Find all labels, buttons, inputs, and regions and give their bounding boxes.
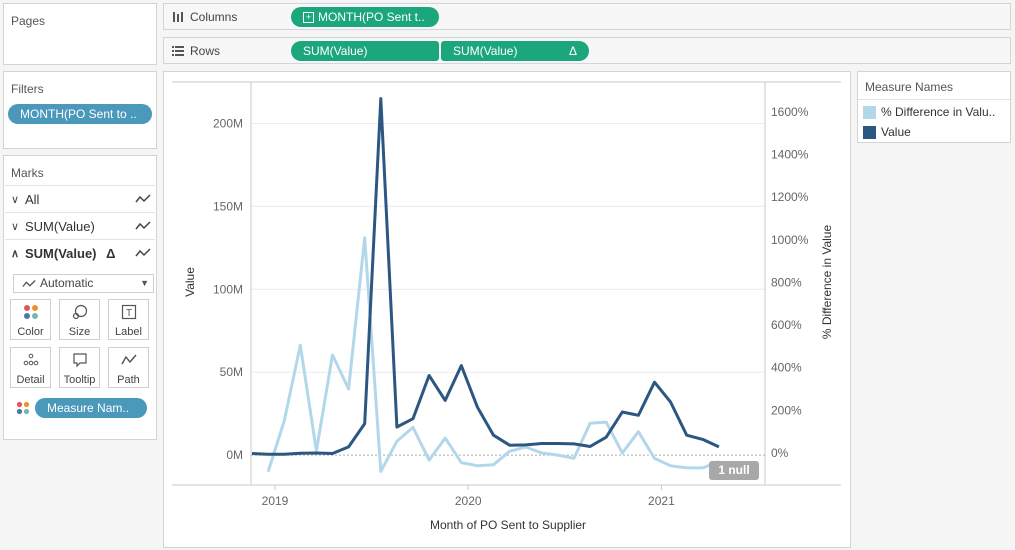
chart-panel: 0M 50M 100M 150M 200M 0% 200% 400% 600% 800% 1000%…: [163, 71, 851, 548]
size-button[interactable]: Size: [59, 299, 100, 340]
legend-item-value[interactable]: Value: [863, 125, 911, 139]
columns-shelf[interactable]: Columns + MONTH(PO Sent t..: [163, 3, 1011, 30]
columns-shelf-label: Columns: [172, 10, 237, 24]
plus-box-icon: +: [303, 12, 314, 24]
color-button-label: Color: [17, 326, 44, 338]
marks-card-sum-value-delta[interactable]: ∧ SUM(Value) Δ: [5, 239, 155, 266]
line-mark-icon: [131, 246, 155, 261]
columns-label-text: Columns: [190, 10, 238, 24]
y-left-axis-title: Value: [183, 267, 197, 297]
rows-shelf-label: Rows: [172, 44, 220, 58]
y-right-tick-label: 1400%: [771, 147, 809, 161]
legend-swatch: [863, 125, 876, 139]
line-mark-icon: [131, 219, 155, 234]
y-right-tick-label: 200%: [771, 403, 802, 417]
y-left-tick-label: 50M: [220, 365, 243, 379]
marks-card-all-label: All: [25, 191, 40, 207]
x-tick-label: 2020: [455, 494, 482, 508]
y-right-tick-label: 1600%: [771, 105, 809, 119]
label-button-label: Label: [115, 326, 142, 338]
rows-shelf[interactable]: Rows SUM(Value) SUM(Value) Δ: [163, 37, 1011, 64]
chevron-down-icon: ∨: [10, 220, 20, 233]
path-button[interactable]: Path: [108, 347, 149, 388]
series-value-line: [251, 97, 720, 456]
size-button-label: Size: [68, 326, 91, 338]
filters-panel[interactable]: Filters MONTH(PO Sent to ..: [3, 71, 157, 149]
null-indicator[interactable]: 1 null: [709, 461, 759, 480]
marks-card-sum-value-label: SUM(Value): [25, 218, 95, 234]
size-icon: [60, 304, 99, 326]
line-mark-icon: [22, 279, 36, 287]
line-mark-icon: [131, 192, 155, 207]
marks-card-sum-value-delta-label: SUM(Value): [25, 245, 97, 261]
y-right-axis-title: % Difference in Value: [820, 225, 834, 340]
rows-label-text: Rows: [190, 44, 221, 58]
x-tick-label: 2019: [262, 494, 289, 508]
svg-text:T: T: [125, 308, 131, 319]
measure-names-pill-label: Measure Nam..: [47, 401, 130, 415]
marks-card-sum-value[interactable]: ∨ SUM(Value): [5, 212, 155, 239]
y-right-tick-label: 0%: [771, 446, 789, 460]
tooltip-button[interactable]: Tooltip: [59, 347, 100, 388]
x-tick-label: 2021: [648, 494, 675, 508]
filter-pill-label: MONTH(PO Sent to ..: [20, 107, 137, 121]
measure-names-pill[interactable]: Measure Nam..: [35, 398, 147, 418]
columns-pill[interactable]: + MONTH(PO Sent t..: [291, 7, 439, 27]
color-icon: [11, 304, 50, 326]
legend-panel[interactable]: Measure Names % Difference in Valu.. Val…: [857, 71, 1011, 143]
detail-icon: [11, 352, 50, 374]
y-right-tick-label: 600%: [771, 318, 802, 332]
path-button-label: Path: [117, 374, 140, 386]
pages-title: Pages: [11, 14, 46, 28]
tooltip-button-label: Tooltip: [63, 374, 96, 386]
mark-type-dropdown[interactable]: Automatic ▼: [13, 274, 154, 293]
legend-divider: [858, 99, 1010, 100]
y-right-tick-label: 1000%: [771, 233, 809, 247]
filter-pill[interactable]: MONTH(PO Sent to ..: [8, 104, 152, 124]
rows-pill-value-delta-label: SUM(Value): [453, 44, 518, 58]
legend-item-pct-diff-label: % Difference in Valu..: [881, 105, 996, 119]
color-field-icon: [16, 401, 30, 415]
marks-card-all[interactable]: ∨ All: [5, 185, 155, 212]
tooltip-icon: [60, 352, 99, 374]
legend-item-pct-diff[interactable]: % Difference in Valu..: [863, 105, 995, 119]
label-button[interactable]: T Label: [108, 299, 149, 340]
y-left-tick-label: 200M: [213, 116, 243, 130]
rows-pill-value-delta[interactable]: SUM(Value) Δ: [441, 41, 589, 61]
rows-icon: [172, 46, 184, 56]
delta-icon: Δ: [106, 245, 116, 261]
rows-pill-value-label: SUM(Value): [303, 44, 368, 58]
chevron-up-icon: ∧: [10, 247, 20, 260]
legend-swatch: [863, 105, 876, 119]
detail-button-label: Detail: [16, 374, 45, 386]
y-right-tick-label: 1200%: [771, 190, 809, 204]
y-left-tick-label: 100M: [213, 282, 243, 296]
columns-pill-label: MONTH(PO Sent t..: [318, 10, 425, 24]
legend-item-value-label: Value: [881, 125, 911, 139]
marks-panel[interactable]: Marks ∨ All ∨ SUM(Value) ∧ SUM(Value) Δ …: [3, 155, 157, 440]
marks-card-delta-wrap: SUM(Value) Δ: [25, 246, 131, 261]
x-axis-title: Month of PO Sent to Supplier: [430, 518, 586, 532]
delta-icon: Δ: [568, 44, 577, 58]
label-icon: T: [109, 304, 148, 326]
y-right-tick-label: 800%: [771, 275, 802, 289]
filters-title: Filters: [11, 82, 44, 96]
path-icon: [109, 352, 148, 374]
chevron-down-icon: ∨: [10, 193, 20, 206]
null-indicator-label: 1 null: [718, 463, 750, 477]
legend-title: Measure Names: [865, 80, 954, 94]
color-button[interactable]: Color: [10, 299, 51, 340]
mark-type-value: Automatic: [40, 276, 94, 290]
columns-icon: [173, 12, 183, 22]
pages-panel[interactable]: Pages: [3, 3, 157, 65]
y-right-tick-label: 400%: [771, 361, 802, 375]
rows-pill-value[interactable]: SUM(Value): [291, 41, 439, 61]
dropdown-arrow-icon: ▼: [140, 278, 149, 288]
y-left-tick-label: 0M: [226, 448, 243, 462]
detail-button[interactable]: Detail: [10, 347, 51, 388]
marks-title: Marks: [11, 166, 44, 180]
y-left-tick-label: 150M: [213, 199, 243, 213]
